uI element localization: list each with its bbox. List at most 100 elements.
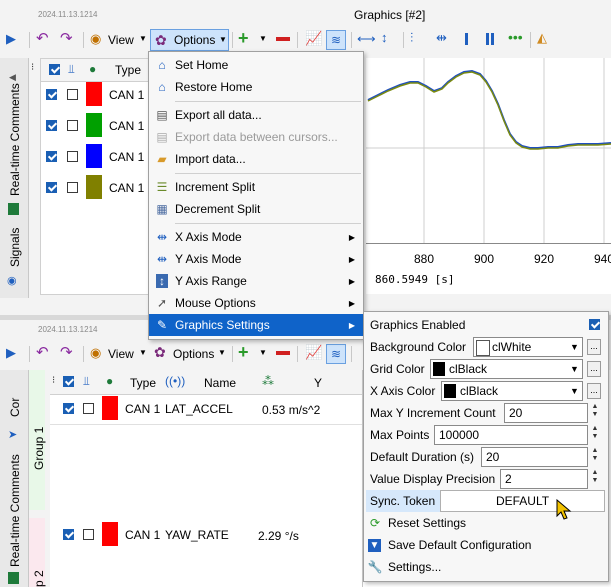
menu-item-y-axis-mode[interactable]: ⇹ Y Axis Mode ▶ bbox=[149, 248, 363, 270]
row-checkbox[interactable] bbox=[46, 120, 57, 131]
row-axis-checkbox[interactable] bbox=[83, 529, 94, 540]
value-display-precision-spinner[interactable]: ▲ ▼ bbox=[590, 469, 600, 485]
max-points-input[interactable]: 100000 bbox=[434, 425, 588, 445]
max-y-increment-input[interactable]: 20 bbox=[504, 403, 588, 423]
row-checkbox[interactable] bbox=[63, 529, 74, 540]
options-label: Options bbox=[174, 33, 216, 47]
home-icon: ⌂ bbox=[158, 58, 166, 72]
menu-item-graphics-settings[interactable]: ✎ Graphics Settings ▶ bbox=[149, 314, 363, 336]
add-icon[interactable]: + bbox=[238, 343, 249, 361]
menu-item-decrement-split[interactable]: ▦ Decrement Split bbox=[149, 198, 363, 220]
row-axis-checkbox[interactable] bbox=[67, 182, 78, 193]
single-cursor-icon[interactable] bbox=[465, 33, 468, 45]
max-y-increment-spinner[interactable]: ▲ ▼ bbox=[590, 403, 600, 419]
row-axis-checkbox[interactable] bbox=[83, 403, 94, 414]
color-swatch[interactable] bbox=[102, 522, 118, 546]
fit-vertical-icon[interactable]: ↕ bbox=[381, 31, 388, 44]
row-name: YAW_RATE bbox=[165, 528, 229, 542]
menu-item-set-home[interactable]: ⌂ Set Home bbox=[149, 54, 363, 76]
menu-item-increment-split[interactable]: ☰ Increment Split bbox=[149, 176, 363, 198]
select-all-checkbox[interactable] bbox=[63, 376, 74, 387]
pencil-icon: ✎ bbox=[156, 318, 168, 332]
graph-area[interactable] bbox=[366, 58, 611, 243]
chevron-down-icon: ▼ bbox=[139, 348, 147, 357]
menu-item-import-data[interactable]: ▰ Import data... bbox=[149, 148, 363, 170]
grid-color-select[interactable]: clBlack ▼ bbox=[430, 359, 583, 379]
graphics-enabled-checkbox[interactable] bbox=[589, 319, 600, 330]
row-checkbox[interactable] bbox=[46, 151, 57, 162]
add-icon[interactable]: + bbox=[238, 29, 249, 47]
play-icon[interactable]: ▶ bbox=[6, 346, 16, 359]
palette-icon: ● bbox=[89, 62, 97, 76]
view-menu-button[interactable]: View bbox=[108, 32, 134, 48]
tab-real-time-comments[interactable]: Real-time Comments bbox=[8, 454, 22, 567]
menu-item-export-all[interactable]: ▤ Export all data... bbox=[149, 104, 363, 126]
list-menu-icon[interactable]: ⁝ bbox=[52, 375, 55, 386]
row-checkbox[interactable] bbox=[63, 403, 74, 414]
select-all-checkbox[interactable] bbox=[49, 64, 60, 75]
multi-line-chart-icon[interactable]: ≋ bbox=[326, 344, 346, 364]
color-swatch[interactable] bbox=[86, 113, 102, 137]
redo-icon[interactable]: ↷ bbox=[60, 31, 73, 46]
menu-item-y-axis-range[interactable]: ↕ Y Axis Range ▶ bbox=[149, 270, 363, 292]
chevron-down-icon[interactable]: ▼ bbox=[259, 348, 267, 357]
view-menu-button[interactable]: View bbox=[108, 346, 134, 362]
multi-line-chart-icon[interactable]: ≋ bbox=[326, 30, 346, 50]
row-checkbox[interactable] bbox=[46, 89, 57, 100]
list-menu-icon[interactable]: ⁝ bbox=[31, 62, 34, 73]
row-checkbox[interactable] bbox=[46, 182, 57, 193]
value-display-precision-input[interactable]: 2 bbox=[500, 469, 588, 489]
max-points-spinner[interactable]: ▲ ▼ bbox=[590, 425, 600, 441]
x-axis-color-label: X Axis Color bbox=[370, 384, 436, 398]
menu-item-mouse-options[interactable]: ➚ Mouse Options ▶ bbox=[149, 292, 363, 314]
default-duration-input[interactable]: 20 bbox=[481, 447, 588, 467]
background-color-select[interactable]: clWhite ▼ bbox=[473, 337, 583, 357]
tab-real-time-comments[interactable]: Real-time Comments bbox=[8, 83, 22, 196]
cursor-split-icon[interactable]: ⫶ bbox=[410, 31, 413, 44]
default-duration-spinner[interactable]: ▲ ▼ bbox=[590, 447, 600, 463]
collapse-arrow-icon[interactable]: ◀ bbox=[9, 72, 16, 83]
fit-horizontal-icon[interactable]: ⟷ bbox=[357, 32, 376, 45]
wrench-icon: 🔧 bbox=[367, 560, 383, 574]
play-icon[interactable]: ▶ bbox=[6, 32, 16, 45]
double-cursor-icon[interactable] bbox=[486, 33, 494, 45]
redo-icon[interactable]: ↷ bbox=[60, 345, 73, 360]
more-icon[interactable]: ••• bbox=[508, 30, 523, 44]
line-chart-icon[interactable]: 📈 bbox=[305, 31, 322, 45]
cursor-icon[interactable]: ⇹ bbox=[436, 31, 447, 44]
eraser-icon[interactable]: ◭ bbox=[537, 31, 547, 44]
reset-settings-item[interactable]: ⟳ Reset Settings bbox=[364, 512, 608, 534]
color-swatch[interactable] bbox=[102, 396, 118, 420]
x-axis-color-more-button[interactable]: ... bbox=[587, 383, 601, 399]
color-swatch bbox=[444, 384, 456, 398]
color-swatch[interactable] bbox=[86, 82, 102, 106]
tab-signals[interactable]: Signals bbox=[8, 228, 22, 267]
color-swatch[interactable] bbox=[86, 144, 102, 168]
grid-color-more-button[interactable]: ... bbox=[587, 361, 601, 377]
top-toolbar: ▶ ↶ ↷ ◉ View ▼ ✿ Options ▼ + ▼ 📈 ≋ ⟷ ↕ ⫶… bbox=[0, 28, 611, 52]
line-chart-icon[interactable]: 📈 bbox=[305, 345, 322, 359]
row-axis-checkbox[interactable] bbox=[67, 151, 78, 162]
color-swatch bbox=[476, 340, 490, 356]
menu-item-restore-home[interactable]: ⌂ Restore Home bbox=[149, 76, 363, 98]
options-menu-button[interactable]: Options bbox=[173, 346, 214, 362]
row-axis-checkbox[interactable] bbox=[67, 120, 78, 131]
submenu-arrow-icon: ▶ bbox=[348, 276, 355, 286]
undo-icon[interactable]: ↶ bbox=[36, 345, 49, 360]
sync-token-input[interactable]: DEFAULT bbox=[440, 490, 605, 512]
color-swatch[interactable] bbox=[86, 175, 102, 199]
x-axis-color-select[interactable]: clBlack ▼ bbox=[441, 381, 583, 401]
menu-item-x-axis-mode[interactable]: ⇹ X Axis Mode ▶ bbox=[149, 226, 363, 248]
options-menu-button[interactable]: ✿ Options ▼ bbox=[150, 29, 229, 51]
cursor-readout: 860.5949 [s] bbox=[375, 273, 455, 286]
background-color-more-button[interactable]: ... bbox=[587, 339, 601, 355]
settings-item[interactable]: 🔧 Settings... bbox=[364, 556, 608, 578]
remove-icon[interactable] bbox=[276, 37, 290, 41]
save-default-configuration-item[interactable]: ▼ Save Default Configuration bbox=[364, 534, 608, 556]
remove-icon[interactable] bbox=[276, 351, 290, 355]
top-timestamp: 2024.11.13.1214 bbox=[38, 10, 98, 19]
tab-cor[interactable]: Cor bbox=[8, 398, 22, 417]
undo-icon[interactable]: ↶ bbox=[36, 31, 49, 46]
chevron-down-icon[interactable]: ▼ bbox=[259, 34, 267, 43]
row-axis-checkbox[interactable] bbox=[67, 89, 78, 100]
